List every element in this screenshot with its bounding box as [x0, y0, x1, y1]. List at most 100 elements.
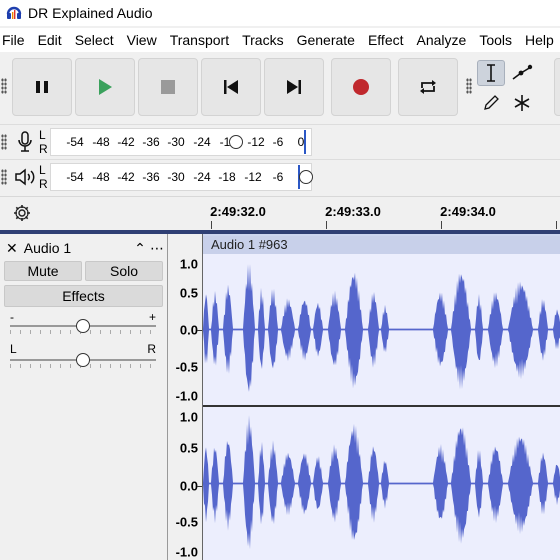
- speaker-icon: [15, 168, 35, 186]
- record-scale-tick: -48: [92, 135, 110, 149]
- menu-help[interactable]: Help: [519, 32, 560, 48]
- play-button[interactable]: [75, 58, 135, 116]
- pan-left-label: L: [10, 342, 17, 356]
- menu-effect[interactable]: Effect: [362, 32, 411, 48]
- menu-file[interactable]: File: [0, 32, 32, 48]
- pause-button[interactable]: [12, 58, 72, 116]
- left-channel[interactable]: [203, 254, 560, 405]
- timeline-label: 2:49:33.0: [325, 204, 381, 219]
- record-meter-button[interactable]: [12, 129, 38, 155]
- amplitude-label: -0.5: [175, 514, 198, 530]
- skip-to-end-button[interactable]: [264, 58, 324, 116]
- timeline-ruler[interactable]: 2:49:32.0 2:49:33.0 2:49:34.0: [0, 196, 560, 230]
- menu-edit[interactable]: Edit: [32, 32, 69, 48]
- gear-icon[interactable]: [12, 203, 32, 223]
- effects-button[interactable]: Effects: [4, 285, 163, 307]
- menu-tools[interactable]: Tools: [473, 32, 519, 48]
- gain-slider[interactable]: - +: [10, 310, 156, 336]
- menu-generate[interactable]: Generate: [291, 32, 362, 48]
- ruler-tick: [441, 221, 442, 229]
- mute-button[interactable]: Mute: [4, 261, 82, 281]
- track-menu-icon[interactable]: ⋯: [148, 240, 166, 257]
- track-name[interactable]: Audio 1: [24, 240, 132, 256]
- menu-analyze[interactable]: Analyze: [411, 32, 474, 48]
- record-meter[interactable]: -54 -48 -42 -36 -30 -24 -1 -12 -6 0: [50, 128, 312, 156]
- playback-scale-tick: -42: [117, 170, 135, 184]
- gain-slider-handle[interactable]: [76, 319, 90, 333]
- menu-bar: File Edit Select View Transport Tracks G…: [0, 28, 560, 52]
- record-level-marker: [304, 130, 306, 154]
- playback-scale-tick: -18: [218, 170, 236, 184]
- record-scale-tick: -6: [272, 135, 284, 149]
- playback-meter-button[interactable]: [12, 164, 38, 190]
- timeline-label: 2:49:34.0: [440, 204, 496, 219]
- right-channel[interactable]: [203, 407, 560, 560]
- draw-tool-button[interactable]: [477, 90, 505, 116]
- playback-meter[interactable]: -54 -48 -42 -36 -30 -24 -18 -12 -6: [50, 163, 313, 191]
- record-icon: [353, 79, 369, 95]
- collapse-track-icon[interactable]: ⌃: [132, 240, 148, 257]
- track-control-panel: ✕ Audio 1 ⌃ ⋯ Mute Solo Effects - + L R: [0, 234, 168, 560]
- playback-scale-tick: -36: [142, 170, 160, 184]
- left-channel-waveform: [203, 264, 560, 392]
- record-channel-right: R: [39, 142, 48, 156]
- pan-slider-handle[interactable]: [76, 353, 90, 367]
- record-scale-tick: -42: [117, 135, 135, 149]
- waveform-shape: [203, 415, 560, 550]
- right-channel-waveform: [203, 415, 560, 550]
- playback-level-handle[interactable]: [299, 170, 313, 184]
- playback-meter-toolbar: L R -54 -48 -42 -36 -30 -24 -18 -12 -6: [0, 159, 560, 193]
- clip-title[interactable]: Audio 1 #963: [203, 236, 560, 254]
- record-channel-left: L: [39, 128, 46, 142]
- record-level-handle[interactable]: [229, 135, 243, 149]
- skip-to-start-button[interactable]: [201, 58, 261, 116]
- multi-tool-button[interactable]: [508, 90, 536, 116]
- amplitude-scale: 1.0 0.5 0.0 -0.5 -1.0 1.0 0.5 0.0 -0.5 -…: [168, 234, 202, 560]
- amplitude-label: -0.5: [175, 359, 198, 375]
- record-scale-tick: -30: [167, 135, 185, 149]
- record-channel-labels: L R: [39, 128, 48, 156]
- tools-grip[interactable]: [466, 78, 472, 94]
- envelope-tool-button[interactable]: [508, 60, 536, 86]
- menu-transport[interactable]: Transport: [164, 32, 236, 48]
- record-meter-grip[interactable]: [1, 134, 7, 150]
- pause-icon: [36, 81, 48, 93]
- play-icon: [99, 79, 112, 95]
- selection-tool-button[interactable]: [477, 60, 505, 86]
- amplitude-label: 0.5: [179, 440, 198, 456]
- skip-to-end-icon: [287, 80, 301, 94]
- playback-meter-grip[interactable]: [1, 169, 7, 185]
- playback-scale-tick: -6: [272, 170, 284, 184]
- ruler-tick: [556, 221, 557, 229]
- stop-button[interactable]: [138, 58, 198, 116]
- timeline-label: 2:49:32.0: [210, 204, 266, 219]
- record-scale-tick: -54: [66, 135, 84, 149]
- transport-toolbar: [0, 54, 560, 124]
- i-beam-icon: [487, 64, 495, 82]
- asterisk-icon: [514, 95, 530, 111]
- menu-tracks[interactable]: Tracks: [236, 32, 290, 48]
- loop-icon: [420, 80, 436, 94]
- waveform-shape: [203, 264, 560, 392]
- amplitude-label: -1.0: [175, 388, 198, 404]
- envelope-icon: [512, 64, 533, 80]
- menu-select[interactable]: Select: [69, 32, 121, 48]
- next-toolbar-button[interactable]: [554, 58, 560, 116]
- record-button[interactable]: [331, 58, 391, 116]
- waveform-area[interactable]: Audio 1 #963: [202, 234, 560, 560]
- amplitude-label: -1.0: [175, 544, 198, 560]
- toolbar-grip[interactable]: [1, 78, 7, 94]
- track-header: ✕ Audio 1 ⌃ ⋯: [0, 238, 166, 258]
- amplitude-label: 1.0: [179, 409, 198, 425]
- loop-button[interactable]: [398, 58, 458, 116]
- close-track-icon[interactable]: ✕: [6, 240, 18, 257]
- ruler-tick: [326, 221, 327, 229]
- record-scale-tick: -36: [142, 135, 160, 149]
- playback-scale-tick: -54: [66, 170, 84, 184]
- gain-plus-label: +: [148, 310, 156, 324]
- menu-view[interactable]: View: [121, 32, 164, 48]
- solo-button[interactable]: Solo: [85, 261, 163, 281]
- pan-slider[interactable]: L R: [10, 342, 156, 370]
- amplitude-label: 0.5: [179, 285, 198, 301]
- playback-scale-tick: -48: [92, 170, 110, 184]
